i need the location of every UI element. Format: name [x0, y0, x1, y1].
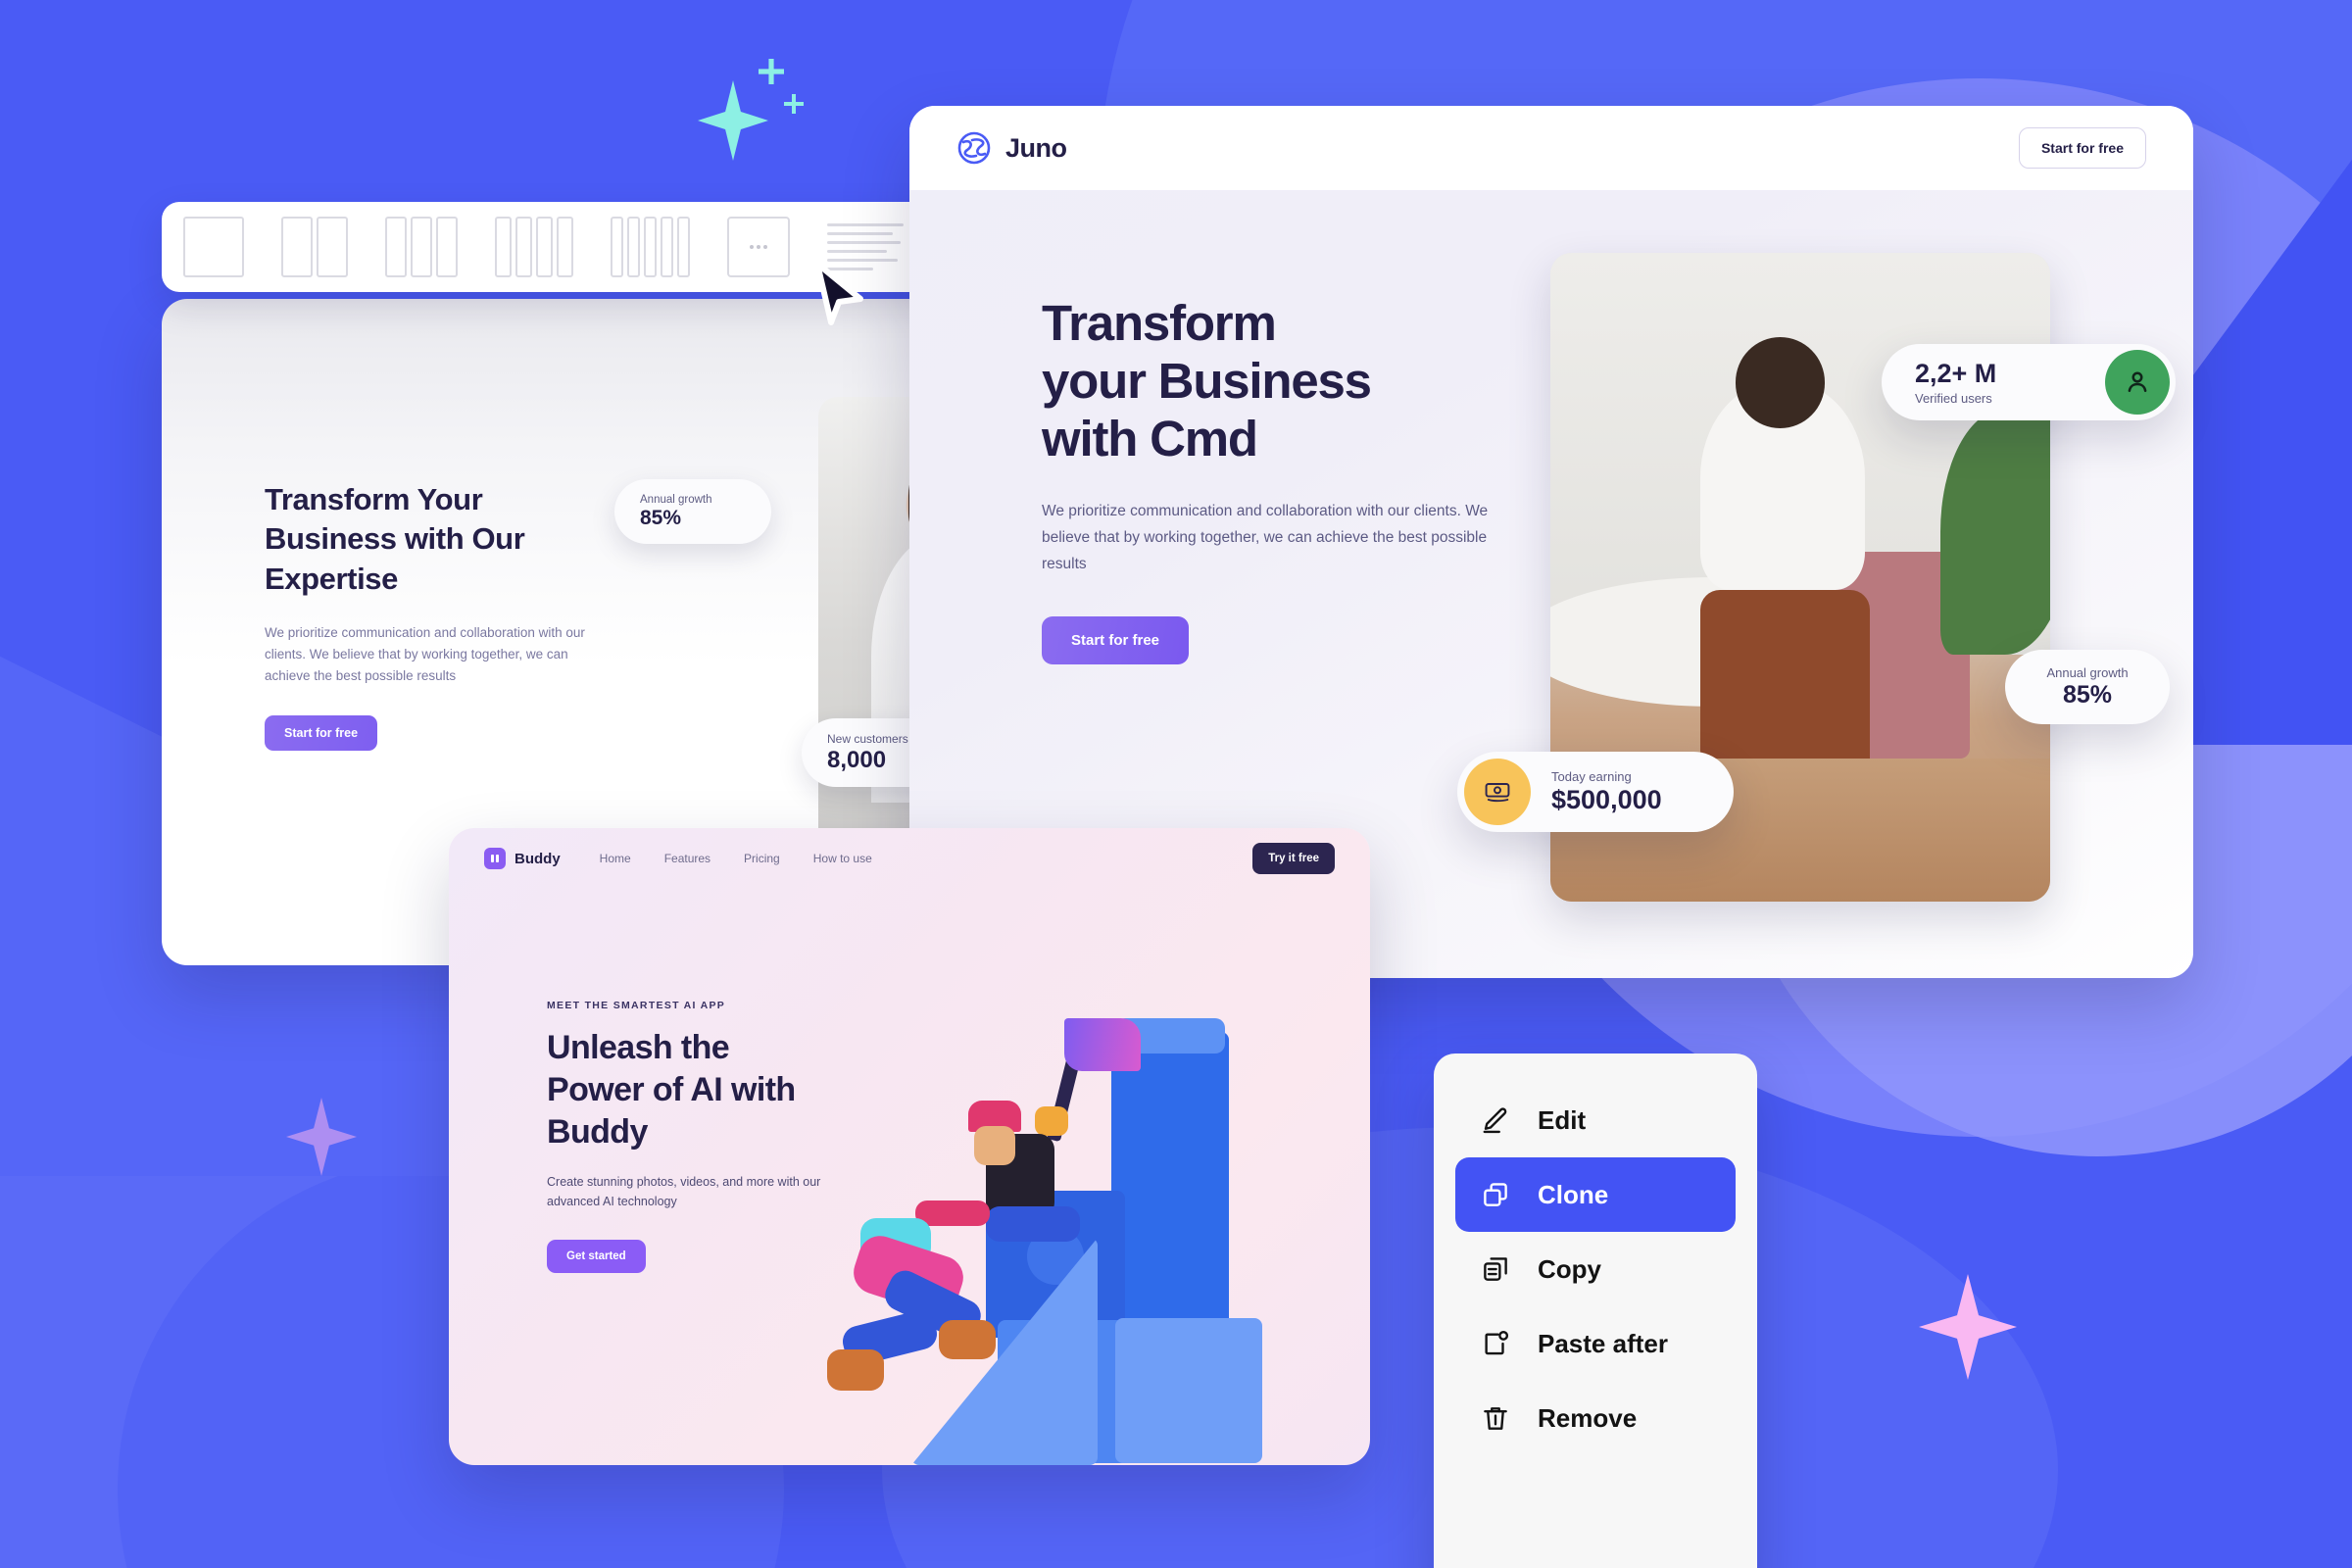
mouse-cursor-icon — [814, 261, 863, 325]
badge-value: 85% — [640, 506, 682, 529]
badge-annual-growth-right: Annual growth 85% — [2005, 650, 2170, 724]
toolbar-layout-2-column[interactable] — [281, 217, 348, 277]
toolbar-more-options[interactable] — [727, 217, 790, 277]
expertise-heading: Transform Your Business with Our Experti… — [265, 482, 525, 596]
illo-climber-leg — [986, 1206, 1080, 1242]
toolbar-gap — [458, 247, 495, 248]
badge-value: 85% — [2062, 680, 2113, 709]
context-menu-item-copy[interactable]: Copy — [1455, 1232, 1736, 1306]
context-menu-label: Copy — [1538, 1253, 1601, 1284]
ellipsis-icon — [727, 217, 790, 277]
toolbar-layout-4-column[interactable] — [495, 217, 573, 277]
illo-flag — [1064, 1018, 1141, 1071]
photo-person-legs — [1700, 590, 1871, 785]
user-icon — [2105, 350, 2170, 415]
juno-logo-icon — [957, 131, 991, 165]
toolbar-gap — [790, 247, 827, 248]
illo-climber-head — [974, 1126, 1015, 1165]
juno-start-for-free-button[interactable]: Start for free — [1042, 616, 1190, 665]
context-menu-item-paste-after[interactable]: Paste after — [1455, 1306, 1736, 1381]
buddy-logo-icon — [484, 848, 506, 869]
juno-heading-line-1: Transform — [1042, 295, 1277, 351]
juno-paragraph: We prioritize communication and collabor… — [1042, 503, 1489, 572]
illo-helper-shoe-1 — [939, 1320, 996, 1359]
toolbar-layout-3-column[interactable] — [385, 217, 458, 277]
pencil-icon — [1479, 1103, 1512, 1137]
paste-after-icon — [1479, 1327, 1512, 1360]
juno-brand-name: Juno — [1005, 132, 1067, 163]
trash-icon — [1479, 1401, 1512, 1435]
buddy-nav-pricing[interactable]: Pricing — [744, 852, 780, 865]
juno-header: Juno Start for free — [909, 106, 2193, 190]
context-menu-label: Edit — [1538, 1104, 1587, 1135]
clone-icon — [1479, 1178, 1512, 1211]
buddy-get-started-button[interactable]: Get started — [547, 1240, 646, 1274]
buddy-brand-name: Buddy — [514, 850, 561, 867]
illo-climber-hand — [1035, 1106, 1068, 1136]
badge-label: Today earning — [1551, 768, 1632, 784]
expertise-copy-block: Transform Your Business with Our Experti… — [265, 480, 588, 752]
buddy-nav-features[interactable]: Features — [664, 852, 710, 865]
buddy-nav-how-to-use[interactable]: How to use — [813, 852, 872, 865]
canvas: Transform Your Business with Our Experti… — [0, 0, 2352, 1568]
copy-icon — [1479, 1252, 1512, 1286]
buddy-navbar: Buddy Home Features Pricing How to use T… — [449, 828, 1370, 889]
toolbar-gap — [573, 247, 611, 248]
toolbar-gap — [244, 247, 281, 248]
expertise-start-for-free-button[interactable]: Start for free — [265, 715, 378, 752]
context-menu[interactable]: Edit Clone Copy Paste after Remove — [1434, 1054, 1757, 1568]
buddy-nav-links: Home Features Pricing How to use — [600, 852, 872, 865]
sparkle-mint-icon — [698, 59, 804, 161]
context-menu-label: Remove — [1538, 1402, 1638, 1433]
buddy-landing-card: Buddy Home Features Pricing How to use T… — [449, 828, 1370, 1465]
badge-today-earning: Today earning $500,000 — [1457, 752, 1734, 832]
badge-label: Annual growth — [2046, 664, 2129, 680]
juno-header-start-for-free-button[interactable]: Start for free — [2018, 127, 2146, 169]
buddy-illustration — [821, 1004, 1370, 1465]
badge-value: $500,000 — [1551, 784, 1662, 814]
context-menu-label: Paste after — [1538, 1328, 1668, 1358]
juno-heading-line-3: with Cmd — [1042, 411, 1258, 467]
context-menu-item-remove[interactable]: Remove — [1455, 1381, 1736, 1455]
toolbar-layout-5-column[interactable] — [611, 217, 690, 277]
toolbar-gap — [690, 247, 727, 248]
sparkle-pink-icon — [1919, 1274, 2017, 1380]
juno-heading: Transform your Business with Cmd — [1042, 294, 1502, 467]
expertise-paragraph: We prioritize communication and collabor… — [265, 624, 585, 683]
buddy-nav-home[interactable]: Home — [600, 852, 631, 865]
toolbar-gap — [348, 247, 385, 248]
context-menu-label: Clone — [1538, 1179, 1609, 1209]
juno-brand[interactable]: Juno — [956, 130, 1067, 166]
buddy-try-it-free-button[interactable]: Try it free — [1252, 843, 1335, 874]
juno-heading-line-2: your Business — [1042, 353, 1372, 410]
illo-helper-shoe-2 — [827, 1349, 884, 1391]
illo-step-low-right — [1115, 1318, 1262, 1463]
juno-copy-block: Transform your Business with Cmd We prio… — [1042, 294, 1502, 665]
money-icon — [1464, 759, 1531, 825]
photo-person-head — [1735, 337, 1826, 428]
badge-label: Annual growth — [640, 493, 712, 506]
toolbar-layout-1-column[interactable] — [183, 217, 244, 277]
buddy-brand[interactable]: Buddy — [484, 848, 561, 869]
badge-annual-growth-left: Annual growth 85% — [614, 479, 771, 544]
badge-verified-users: 2,2+ M Verified users — [1882, 344, 2176, 420]
context-menu-item-clone[interactable]: Clone — [1455, 1157, 1736, 1232]
context-menu-item-edit[interactable]: Edit — [1455, 1083, 1736, 1157]
